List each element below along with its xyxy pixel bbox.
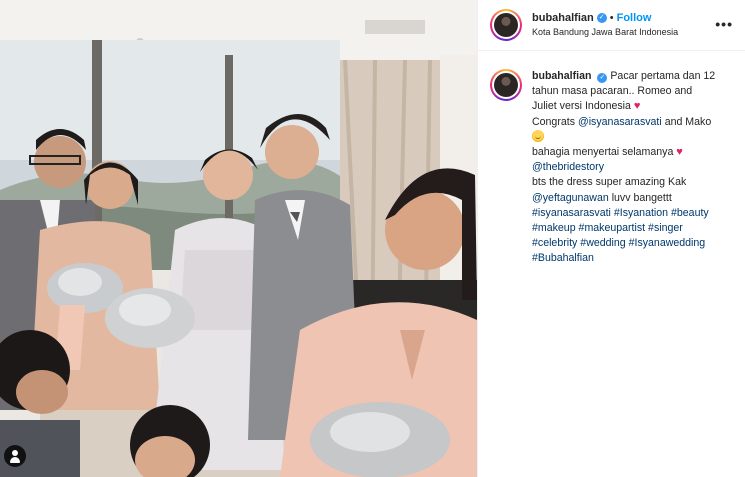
- header-text: bubahalfian ✓ • Follow Kota Bandung Jawa…: [532, 12, 678, 39]
- hashtag-link[interactable]: #singer: [648, 222, 683, 234]
- caption-comment: bubahalfian ✓ Pacar pertama dan 12 tahun…: [478, 51, 745, 267]
- caption-congrats: Congrats: [532, 115, 575, 128]
- caption-username-link[interactable]: bubahalfian: [532, 70, 591, 82]
- red-heart-icon: ♥: [633, 100, 641, 113]
- hashtag-link[interactable]: #Isyanation: [614, 207, 668, 219]
- verified-badge-icon: ✓: [597, 72, 608, 83]
- mention-yeftagunawan[interactable]: @yeftagunawan: [532, 192, 609, 204]
- hashtag-link[interactable]: #makeupartist: [579, 222, 646, 234]
- post-header: bubahalfian ✓ • Follow Kota Bandung Jawa…: [478, 0, 745, 51]
- caption-and-mako: and Mako: [664, 115, 712, 128]
- hashtag-link[interactable]: #Isyanawedding: [629, 237, 706, 249]
- hashtag-link[interactable]: #celebrity: [532, 237, 577, 249]
- caption-line-1: Pacar pertama dan 12: [610, 70, 716, 82]
- caption-line-2: tahun masa pacaran.. Romeo and: [532, 85, 693, 98]
- smiling-face-with-hearts-icon: [532, 129, 544, 142]
- avatar[interactable]: [490, 9, 522, 41]
- red-heart-icon: ♥: [676, 146, 683, 159]
- instagram-post: bubahalfian ✓ • Follow Kota Bandung Jawa…: [0, 0, 745, 477]
- caption-line-6: bts the dress super amazing Kak: [532, 176, 687, 189]
- verified-badge-icon: ✓: [596, 13, 607, 24]
- header-username-link[interactable]: bubahalfian: [532, 12, 594, 26]
- location-link[interactable]: Kota Bandung Jawa Barat Indonesia: [532, 27, 678, 38]
- caption-line-3: Juliet versi Indonesia: [532, 100, 631, 113]
- follow-button[interactable]: Follow: [617, 12, 652, 26]
- hashtag-link[interactable]: #isyanasarasvati: [532, 207, 611, 219]
- hashtag-link[interactable]: #makeup: [532, 222, 576, 234]
- hashtag-link[interactable]: #wedding: [580, 237, 625, 249]
- wedding-photo-illustration: [0, 0, 477, 477]
- mention-thebridestory[interactable]: @thebridestory: [532, 161, 604, 173]
- post-side-panel: bubahalfian ✓ • Follow Kota Bandung Jawa…: [477, 0, 745, 477]
- tagged-users-icon[interactable]: [4, 445, 26, 467]
- caption-line-7: luvv bangettt: [611, 191, 672, 204]
- caption-line-5: bahagia menyertai selamanya: [532, 146, 674, 159]
- caption-avatar[interactable]: [490, 69, 522, 101]
- post-photo[interactable]: [0, 0, 477, 477]
- more-options-icon[interactable]: •••: [715, 17, 733, 31]
- caption-avatar-image: [494, 73, 518, 97]
- avatar-image: [494, 13, 518, 37]
- mention-isyanasarasvati[interactable]: @isyanasarasvati: [578, 116, 662, 128]
- header-separator: •: [609, 11, 614, 24]
- hashtag-link[interactable]: #Bubahalfian: [532, 252, 594, 264]
- hashtag-link[interactable]: #beauty: [671, 207, 709, 219]
- caption-text: bubahalfian ✓ Pacar pertama dan 12 tahun…: [532, 69, 732, 267]
